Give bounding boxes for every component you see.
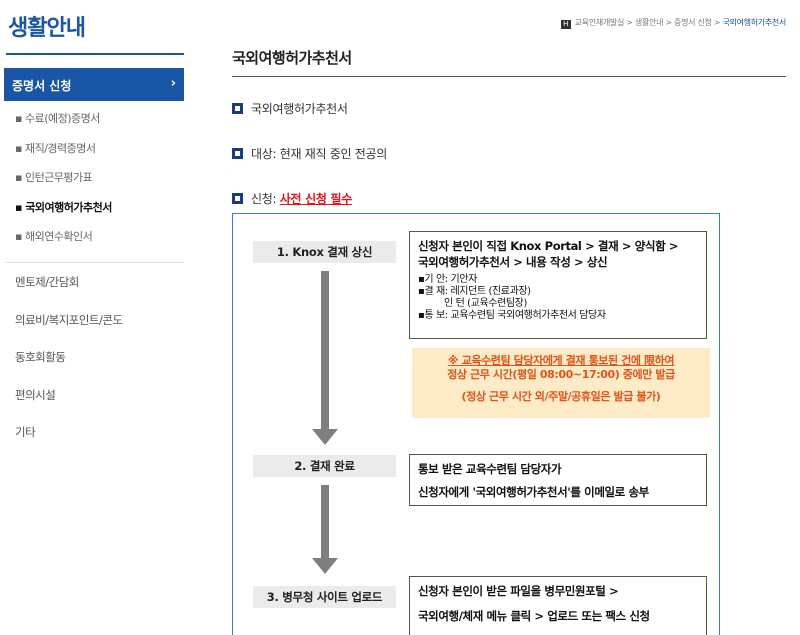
square-bullet-icon [232, 193, 243, 204]
step-2-label: 2. 결재 완료 [253, 455, 396, 477]
process-diagram: 1. Knox 결재 상신 신청자 본인이 직접 Knox Portal > 결… [232, 213, 720, 635]
notice-line-3: (정상 근무 시간 외/주말/공휴일은 발급 불가) [461, 390, 661, 403]
notice-line-2: 정상 근무 시간(평일 08:00~17:00) 중에만 발급 [447, 368, 675, 381]
section-emphasis: 사전 신청 필수 [279, 192, 353, 206]
sidebar-item-mentoring[interactable]: 멘토제/간담회 [15, 274, 123, 312]
section-label: 신청: [251, 192, 280, 206]
step-1-approver-intern: 인 턴 (교육수련팀장) [444, 298, 527, 309]
sidebar-title: 생활안내 [8, 16, 86, 41]
step-3-line-1: 신청자 본인이 받은 파일을 병무민원포털 > [418, 584, 619, 598]
step-1-approver: ▪결 재: 레지던트 (진료과장) [418, 286, 531, 297]
section-label: 대상: 현재 재직 중인 전공의 [251, 147, 387, 161]
step-1-line-1: 신청자 본인이 직접 Knox Portal > 결재 > 양식함 > [418, 239, 679, 253]
sidebar-menu: 멘토제/간담회 의료비/복지포인트/콘도 동호회활동 편의시설 기타 [15, 274, 123, 462]
sidebar-submenu: ▪ 수료(예정)증명서 ▪ 재직/경력증명서 ▪ 인턴근무평가표 ▪ 국외여행허… [15, 110, 112, 258]
step-3-description: 신청자 본인이 받은 파일을 병무민원포털 > 국외여행/체재 메뉴 클릭 > … [409, 576, 707, 635]
section-application: 신청: 사전 신청 필수 [232, 190, 352, 207]
arrow-down-icon [312, 429, 338, 445]
square-bullet-icon [232, 148, 243, 159]
sidebar-item-clubs[interactable]: 동호회활동 [15, 349, 123, 387]
submenu-item-overseas-training-confirmation[interactable]: ▪ 해외연수확인서 [15, 228, 112, 258]
section-heading: 국외여행허가추천서 [232, 100, 348, 117]
submenu-item-intern-evaluation[interactable]: ▪ 인턴근무평가표 [15, 169, 112, 199]
submenu-item-employment-certificate[interactable]: ▪ 재직/경력증명서 [15, 140, 112, 170]
step-1-line-2: 국외여행허가추천서 > 내용 작성 > 상신 [418, 255, 608, 269]
sidebar-divider [6, 262, 184, 263]
step-1-description: 신청자 본인이 직접 Knox Portal > 결재 > 양식함 > 국외여행… [409, 231, 707, 339]
page-title: 국외여행허가추천서 [232, 49, 352, 67]
sidebar-item-certificate-request[interactable]: 증명서 신청 › [4, 68, 184, 101]
page-title-rule [232, 76, 786, 77]
arrow-down-icon-shaft [321, 485, 329, 560]
notice-line-1: ※ 교육수련팀 담당자에게 결재 통보된 건에 限하여 [447, 354, 675, 367]
square-bullet-icon [232, 103, 243, 114]
sidebar-title-rule [6, 53, 184, 55]
sidebar-item-label: 증명서 신청 [12, 79, 72, 93]
sidebar-item-facilities[interactable]: 편의시설 [15, 387, 123, 425]
breadcrumb: H 교육인재개발실 > 생활안내 > 증명서 신청 > 국외여행허가추천서 [560, 17, 786, 29]
sidebar-item-welfare[interactable]: 의료비/복지포인트/콘도 [15, 312, 123, 350]
sidebar-item-etc[interactable]: 기타 [15, 424, 123, 462]
section-label: 국외여행허가추천서 [251, 102, 348, 116]
chevron-right-icon: › [170, 76, 176, 91]
submenu-item-completion-certificate[interactable]: ▪ 수료(예정)증명서 [15, 110, 112, 140]
breadcrumb-current: 국외여행허가추천서 [722, 18, 786, 27]
step-1-drafter: ▪기 안: 기안자 [418, 274, 477, 285]
step-2-line-1: 통보 받은 교육수련팀 담당자가 [418, 462, 562, 476]
step-2-line-2: 신청자에게 '국외여행허가추천서'를 이메일로 송부 [418, 485, 649, 499]
step-3-line-2: 국외여행/체재 메뉴 클릭 > 업로드 또는 팩스 신청 [418, 609, 650, 623]
sidebar: 생활안내 증명서 신청 › ▪ 수료(예정)증명서 ▪ 재직/경력증명서 ▪ 인… [0, 0, 185, 635]
step-1-label: 1. Knox 결재 상신 [253, 241, 396, 263]
notice-box: ※ 교육수련팀 담당자에게 결재 통보된 건에 限하여 정상 근무 시간(평일 … [412, 348, 710, 418]
arrow-down-icon-shaft [321, 271, 329, 431]
arrow-down-icon [312, 558, 338, 574]
section-target: 대상: 현재 재직 중인 전공의 [232, 145, 387, 162]
step-1-notify: ▪통 보: 교육수련팀 국외여행허가추천서 담당자 [418, 310, 606, 321]
breadcrumb-trail[interactable]: 교육인재개발실 > 생활안내 > 증명서 신청 > [575, 18, 723, 27]
submenu-item-overseas-travel-recommendation[interactable]: ▪ 국외여행허가추천서 [15, 199, 112, 229]
home-icon[interactable]: H [560, 20, 571, 29]
step-3-label: 3. 병무청 사이트 업로드 [253, 586, 396, 608]
step-2-description: 통보 받은 교육수련팀 담당자가 신청자에게 '국외여행허가추천서'를 이메일로… [409, 454, 707, 506]
